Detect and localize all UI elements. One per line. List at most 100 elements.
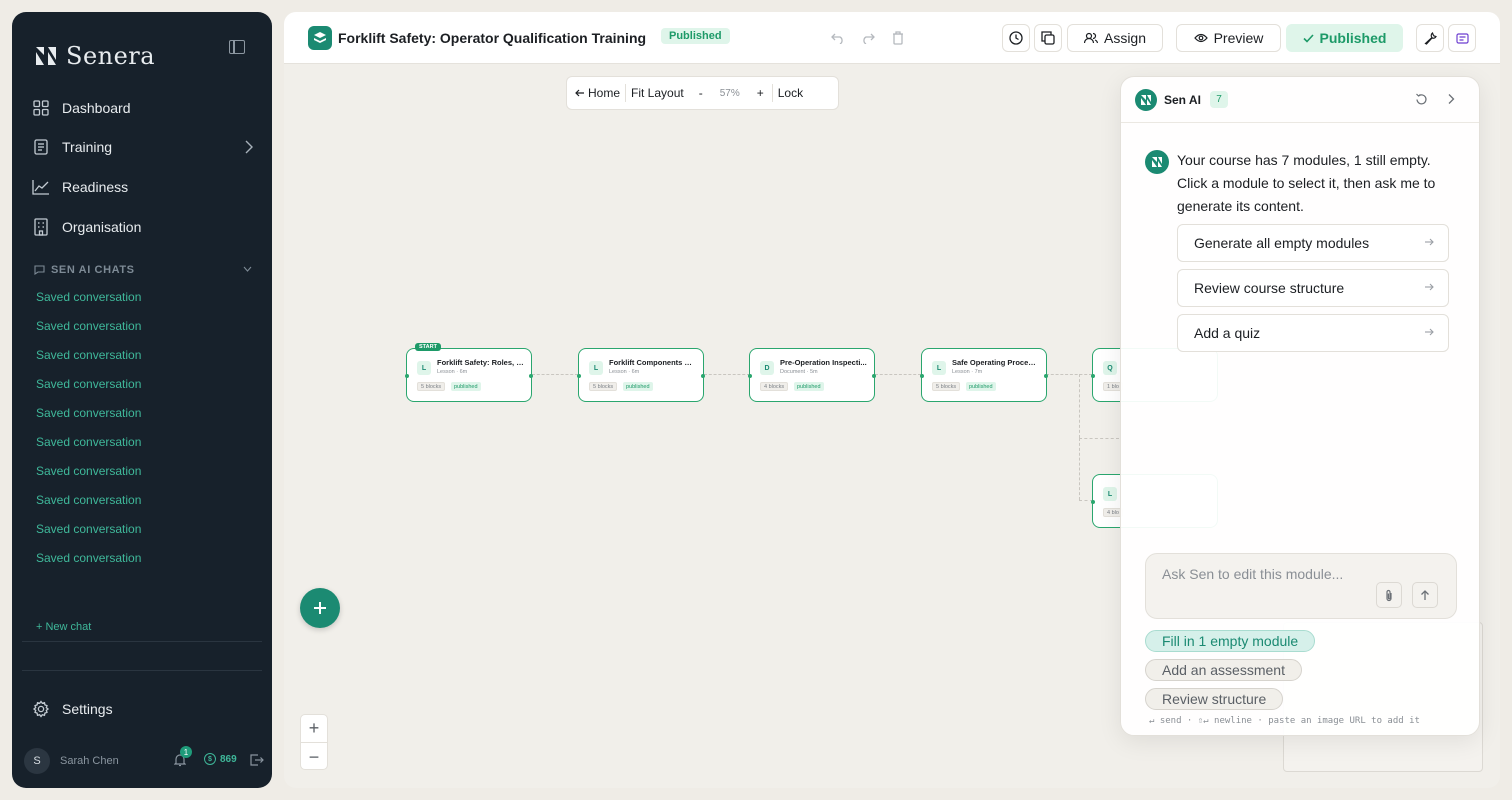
history-button[interactable]	[1002, 24, 1030, 52]
lock-button[interactable]: Lock	[773, 86, 808, 100]
nav-organisation[interactable]: Organisation	[32, 215, 254, 239]
refresh-icon[interactable]	[1415, 93, 1428, 106]
notification-badge: 1	[180, 746, 192, 758]
arrow-up-icon	[1421, 589, 1429, 600]
flow-edge	[704, 374, 750, 375]
chat-item[interactable]: Saved conversation	[36, 406, 141, 420]
chat-item[interactable]: Saved conversation	[36, 435, 141, 449]
blocks-chip: 5 blocks	[932, 382, 961, 391]
module-meta: Lesson · 7m	[952, 369, 983, 375]
add-quiz-button[interactable]: Add a quiz	[1177, 314, 1449, 352]
module-type-icon: L	[1103, 487, 1117, 501]
blocks-chip: 4 blocks	[760, 382, 789, 391]
users-icon	[1083, 32, 1098, 44]
module-node[interactable]: L Forklift Components & ... Lesson · 6m …	[577, 348, 705, 402]
review-course-structure-button[interactable]: Review course structure	[1177, 269, 1449, 307]
tools-button[interactable]	[1416, 24, 1444, 52]
new-chat-link[interactable]: + New chat	[36, 621, 91, 633]
clock-icon	[1009, 31, 1023, 45]
node-port[interactable]	[920, 374, 924, 378]
training-icon	[32, 138, 50, 156]
ai-chat-input[interactable]	[1162, 566, 1382, 582]
chat-item[interactable]: Saved conversation	[36, 522, 141, 536]
nav-training[interactable]: Training	[32, 135, 254, 159]
attach-button[interactable]	[1376, 582, 1402, 608]
avatar[interactable]: S	[24, 748, 50, 774]
code-button[interactable]	[1448, 24, 1476, 52]
module-title: Safe Operating Procedu...	[952, 358, 1040, 367]
wrench-icon	[1423, 31, 1437, 45]
course-title[interactable]: Forklift Safety: Operator Qualification …	[338, 30, 646, 46]
status-badge: Published	[661, 28, 730, 44]
arrow-right-icon	[1425, 283, 1434, 291]
node-port[interactable]	[872, 374, 876, 378]
trash-icon[interactable]	[889, 29, 907, 47]
published-button[interactable]: Published	[1286, 24, 1403, 52]
fit-layout-button[interactable]: Fit Layout	[626, 86, 689, 100]
chat-item[interactable]: Saved conversation	[36, 464, 141, 478]
review-structure-suggestion[interactable]: Review structure	[1145, 688, 1284, 710]
chat-item[interactable]: Saved conversation	[36, 551, 141, 565]
node-port[interactable]	[529, 374, 533, 378]
duplicate-button[interactable]	[1034, 24, 1062, 52]
flow-edge	[1079, 438, 1080, 500]
zoom-controls: + −	[300, 714, 328, 770]
module-node[interactable]: D Pre-Operation Inspecti... Document · 5…	[748, 348, 876, 402]
nav-settings[interactable]: Settings	[32, 700, 113, 718]
fill-empty-module-suggestion[interactable]: Fill in 1 empty module	[1145, 630, 1316, 652]
chevron-right-icon[interactable]	[1447, 93, 1455, 105]
preview-button[interactable]: Preview	[1176, 24, 1281, 52]
nav-readiness[interactable]: Readiness	[32, 175, 254, 199]
check-icon	[1302, 33, 1314, 43]
node-port[interactable]	[577, 374, 581, 378]
send-button[interactable]	[1412, 582, 1438, 608]
chat-item[interactable]: Saved conversation	[36, 377, 141, 391]
zoom-out-icon[interactable]: −	[301, 743, 327, 771]
home-button[interactable]: Home	[567, 86, 625, 100]
action-label: Review course structure	[1194, 280, 1345, 296]
module-title: Forklift Components & ...	[609, 358, 697, 367]
node-port[interactable]	[1091, 500, 1095, 504]
module-type-icon: L	[417, 361, 431, 375]
brand-logo[interactable]: Senera	[34, 42, 155, 70]
chats-section-header[interactable]: SEN AI CHATS	[34, 264, 252, 276]
logout-icon[interactable]	[250, 754, 264, 766]
node-port[interactable]	[701, 374, 705, 378]
add-module-button[interactable]	[300, 588, 340, 628]
flow-edge	[1046, 374, 1092, 375]
module-meta: Lesson · 6m	[609, 369, 640, 375]
chevron-right-icon[interactable]	[244, 139, 254, 155]
ai-input-box	[1145, 553, 1457, 619]
plus-icon	[314, 602, 326, 614]
node-port[interactable]	[405, 374, 409, 378]
chat-item[interactable]: Saved conversation	[36, 493, 141, 507]
zoom-out-button[interactable]: -	[689, 86, 708, 100]
module-node[interactable]: START L Forklift Safety: Roles, Ri... Le…	[405, 343, 533, 402]
generate-empty-modules-button[interactable]: Generate all empty modules	[1177, 224, 1449, 262]
zoom-in-icon[interactable]: +	[301, 715, 327, 743]
assign-button[interactable]: Assign	[1067, 24, 1163, 52]
node-port[interactable]	[748, 374, 752, 378]
zoom-in-button[interactable]: +	[752, 86, 772, 100]
sidebar: Senera Dashboard Training Readiness Orga…	[12, 12, 272, 788]
sidebar-collapse-icon[interactable]	[229, 40, 245, 54]
coin-icon: $	[204, 753, 216, 765]
chevron-down-icon[interactable]	[243, 266, 252, 272]
assign-label: Assign	[1103, 30, 1147, 46]
module-type-icon: L	[932, 361, 946, 375]
credits[interactable]: $ 869	[204, 753, 237, 765]
status-chip: published	[623, 382, 653, 391]
module-node[interactable]: L Safe Operating Procedu... Lesson · 7m …	[920, 348, 1048, 402]
chat-item[interactable]: Saved conversation	[36, 290, 141, 304]
node-port[interactable]	[1091, 374, 1095, 378]
chat-item[interactable]: Saved conversation	[36, 319, 141, 333]
chat-item[interactable]: Saved conversation	[36, 348, 141, 362]
node-port[interactable]	[1044, 374, 1048, 378]
action-label: Add a quiz	[1194, 325, 1261, 341]
nav-label: Organisation	[62, 219, 142, 235]
undo-icon[interactable]	[829, 29, 847, 47]
add-assessment-suggestion[interactable]: Add an assessment	[1145, 659, 1302, 681]
redo-icon[interactable]	[859, 29, 877, 47]
divider	[22, 641, 262, 642]
nav-dashboard[interactable]: Dashboard	[32, 96, 254, 120]
